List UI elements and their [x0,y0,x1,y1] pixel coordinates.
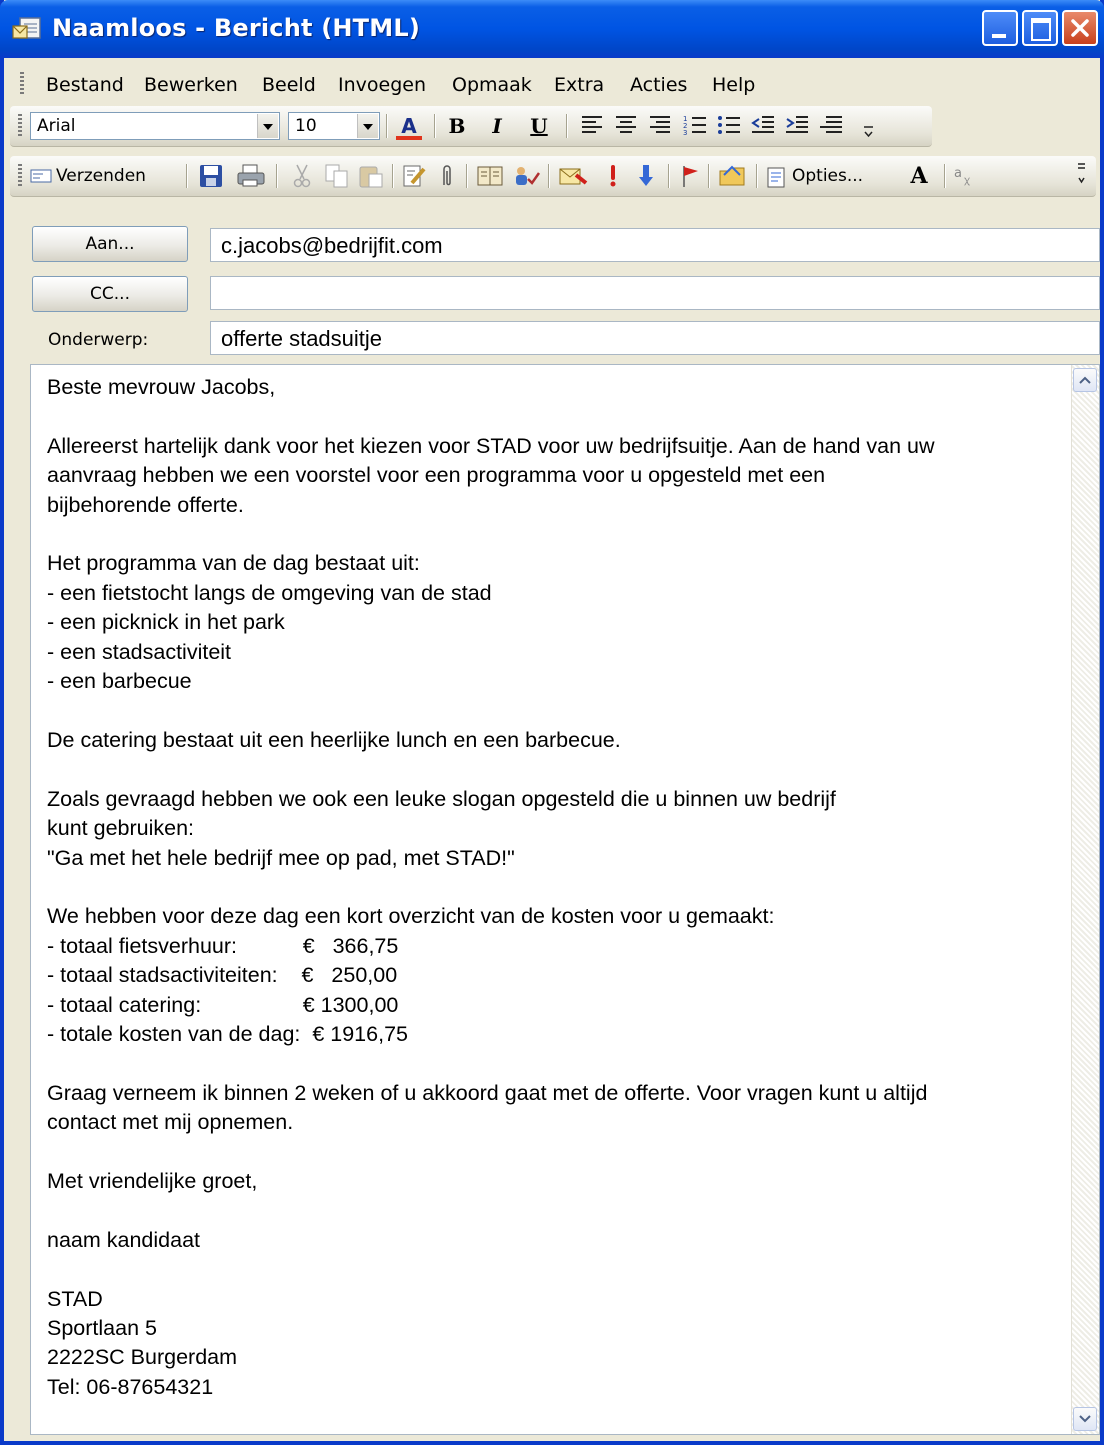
font-size-value: 10 [295,116,317,136]
font-color-swatch [396,136,422,140]
font-name-value: Arial [37,116,76,136]
standard-toolbar: Verzenden Opties... A aꭓ [10,156,1096,197]
toolbar-separator [392,164,394,188]
toolbar-overflow-icon[interactable] [1076,160,1088,192]
copy-icon[interactable] [324,163,350,189]
svg-text:3: 3 [683,129,687,137]
toolbar-separator [186,164,188,188]
align-center-icon[interactable] [614,113,640,139]
font-name-combo[interactable]: Arial [30,112,280,140]
importance-high-icon[interactable] [606,163,620,189]
close-button[interactable] [1062,10,1098,46]
options-icon [767,167,785,188]
scroll-down-button[interactable] [1073,1407,1097,1431]
menu-extra[interactable]: Extra [554,74,604,96]
formatting-toolbar: Arial 10 A B I U 123 [10,106,932,147]
cc-field[interactable] [210,276,1100,310]
save-icon[interactable] [198,163,224,189]
toolbar-separator [466,164,468,188]
send-label: Verzenden [56,166,146,186]
to-field[interactable]: c.jacobs@bedrijfit.com [210,228,1100,262]
svg-text:a: a [954,166,962,181]
send-icon [30,169,52,183]
numbered-list-icon[interactable]: 123 [682,113,708,139]
print-icon[interactable] [236,163,266,189]
vertical-scrollbar[interactable] [1071,365,1099,1434]
font-color-button[interactable]: A [392,112,426,140]
toolbar-separator [756,164,758,188]
flag-message-icon[interactable] [558,163,588,189]
underline-button[interactable]: U [524,112,554,140]
maximize-button[interactable] [1022,10,1058,46]
menu-beeld[interactable]: Beeld [262,74,316,96]
toolbar-grip[interactable] [18,164,22,188]
menu-bestand[interactable]: Bestand [46,74,124,96]
toolbar-separator [944,164,946,188]
to-button[interactable]: Aan... [32,226,188,262]
decrease-indent-icon[interactable] [750,113,776,139]
font-size-up-button[interactable]: A [902,162,936,190]
send-button[interactable]: Verzenden [30,162,180,190]
message-window: Naamloos - Bericht (HTML) Bestand Bewerk… [0,0,1104,1445]
subject-field[interactable]: offerte stadsuitje [210,321,1100,355]
follow-up-flag-icon[interactable] [678,163,702,189]
menu-bar: Bestand Bewerken Beeld Invoegen Opmaak E… [4,62,1100,104]
paperclip-icon[interactable] [438,163,456,189]
address-book-icon[interactable] [476,163,504,189]
menu-help[interactable]: Help [712,74,755,96]
check-names-icon[interactable] [512,163,540,189]
open-folder-icon[interactable] [718,163,748,189]
cc-button[interactable]: CC... [32,276,188,312]
translate-icon[interactable]: aꭓ [952,163,980,189]
toolbar-separator [708,164,710,188]
increase-indent-icon[interactable] [784,113,810,139]
title-bar[interactable]: Naamloos - Bericht (HTML) [0,0,1104,58]
horizontal-line-icon[interactable] [818,113,844,139]
toolbar-separator [386,114,388,138]
menu-opmaak[interactable]: Opmaak [452,74,532,96]
menu-invoegen[interactable]: Invoegen [338,74,426,96]
italic-button[interactable]: I [482,112,512,140]
menu-bewerken[interactable]: Bewerken [144,74,238,96]
toolbar-options-icon[interactable] [862,124,876,138]
options-button[interactable]: Opties... [766,162,896,190]
edit-document-icon[interactable] [402,163,428,189]
align-left-icon[interactable] [580,113,606,139]
toolbar-separator [276,164,278,188]
font-size-combo[interactable]: 10 [288,112,380,140]
bullet-list-icon[interactable] [716,113,742,139]
bold-button[interactable]: B [442,112,472,140]
message-body-text[interactable]: Beste mevrouw Jacobs, Allereerst harteli… [47,373,1067,1402]
paste-icon[interactable] [358,163,384,189]
chevron-down-icon[interactable] [257,114,278,138]
cut-icon[interactable] [290,163,314,189]
chevron-down-icon[interactable] [357,114,378,138]
toolbar-separator [668,164,670,188]
font-color-icon: A [401,114,417,138]
options-label: Opties... [792,166,864,186]
importance-low-icon[interactable] [636,163,656,189]
window-title: Naamloos - Bericht (HTML) [52,14,420,42]
menubar-grip[interactable] [20,72,24,96]
close-icon [1071,19,1089,37]
font-size-up-icon: A [910,163,928,189]
message-body[interactable]: Beste mevrouw Jacobs, Allereerst harteli… [30,364,1100,1435]
svg-text:ꭓ: ꭓ [964,175,970,186]
toolbar-separator [566,114,568,138]
align-right-icon[interactable] [648,113,674,139]
minimize-button[interactable] [982,10,1018,46]
toolbar-separator [548,164,550,188]
scroll-up-button[interactable] [1073,368,1097,392]
message-icon [12,17,41,39]
chevron-up-icon [1079,376,1091,384]
toolbar-separator [434,114,436,138]
toolbar-grip[interactable] [18,114,22,138]
chevron-down-icon [1079,1415,1091,1423]
subject-label: Onderwerp: [48,330,149,350]
menu-acties[interactable]: Acties [630,74,687,96]
